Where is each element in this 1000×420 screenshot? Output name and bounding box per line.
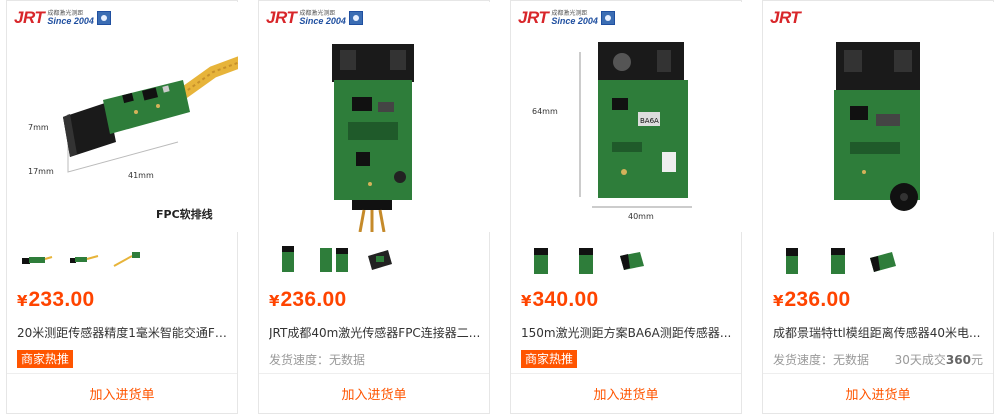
brand-since: Since 2004 (299, 15, 346, 26)
thumbnail[interactable] (567, 241, 605, 279)
thumbnail[interactable] (865, 241, 903, 279)
dim-h-label: 64mm (532, 107, 558, 116)
ttl-module-illustration (834, 42, 920, 211)
dim-d-label: 17mm (28, 167, 54, 176)
image-caption: FPC软排线 (156, 207, 213, 221)
add-to-cart-button[interactable]: 加入进货单 (763, 374, 993, 413)
hot-tag-badge: 商家热推 (17, 350, 74, 368)
product-image[interactable]: JRT (764, 2, 994, 232)
product-grid: JRT 成都激光测距 Since 2004 7mm 17mm 41mm FPC软… (0, 0, 1000, 420)
dim-w-label: 41mm (128, 171, 154, 180)
price-value: 233.00 (28, 288, 95, 311)
thumbnail[interactable] (773, 241, 811, 279)
thumbnail-strip (269, 241, 399, 279)
product-card[interactable]: JRT ¥ 236.00 成都景瑞特ttl模组距离传感器40米电... 发货速度… (762, 0, 994, 414)
price: ¥ 233.00 (17, 288, 95, 311)
shipping-speed: 发货速度：无数据 (773, 353, 870, 367)
thumbnail[interactable] (63, 241, 101, 279)
thumbnail[interactable] (819, 241, 857, 279)
sensor-board-illustration: BA6A 64mm 40mm (532, 42, 692, 221)
brand-logo: JRT 成都激光测距 Since 2004 (518, 8, 615, 28)
product-title[interactable]: 150m激光测距方案BA6A测距传感器... (521, 324, 733, 341)
product-title[interactable]: JRT成都40m激光传感器FPC连接器二... (269, 324, 481, 341)
price: ¥ 340.00 (521, 288, 599, 311)
product-card[interactable]: JRT 成都激光测距 Since 2004 (258, 0, 490, 414)
price-value: 236.00 (784, 288, 851, 311)
product-image[interactable]: JRT 成都激光测距 Since 2004 (8, 2, 238, 232)
chip-label: BA6A (640, 117, 659, 125)
sensor-module-illustration (332, 44, 414, 232)
product-title[interactable]: 20米测距传感器精度1毫米智能交通FPC... (17, 324, 229, 341)
thumbnail[interactable] (521, 241, 559, 279)
brand-logo: JRT 成都激光测距 Since 2004 (14, 8, 111, 28)
product-card[interactable]: JRT 成都激光测距 Since 2004 (6, 0, 238, 414)
thumbnail-strip (773, 241, 903, 279)
thumbnail[interactable] (109, 241, 147, 279)
thumbnail[interactable] (269, 241, 307, 279)
thumbnail-strip (17, 241, 147, 279)
product-image[interactable]: JRT 成都激光测距 Since 2004 BA6A 64mm 40mm (512, 2, 742, 232)
sensor-fpc-illustration: 7mm 17mm 41mm FPC软排线 (28, 56, 238, 221)
shipping-speed: 发货速度：无数据 (269, 353, 366, 367)
thumbnail[interactable] (613, 241, 651, 279)
brand-badge-icon (348, 11, 363, 25)
thumbnail[interactable] (17, 241, 55, 279)
thumbnail-strip (521, 241, 651, 279)
brand-name: JRT (14, 8, 45, 27)
brand-name: JRT (266, 8, 297, 27)
price: ¥ 236.00 (773, 288, 851, 311)
brand-badge-icon (600, 11, 615, 25)
price: ¥ 236.00 (269, 288, 347, 311)
product-image[interactable]: JRT 成都激光测距 Since 2004 (260, 2, 490, 232)
brand-logo: JRT (770, 8, 801, 28)
add-to-cart-button[interactable]: 加入进货单 (7, 374, 237, 413)
brand-badge-icon (96, 11, 111, 25)
price-value: 340.00 (532, 288, 599, 311)
product-title[interactable]: 成都景瑞特ttl模组距离传感器40米电... (773, 324, 985, 341)
dim-h-label: 7mm (28, 123, 49, 132)
brand-name: JRT (518, 8, 549, 27)
brand-since: Since 2004 (47, 15, 94, 26)
thumbnail[interactable] (315, 241, 353, 279)
brand-logo: JRT 成都激光测距 Since 2004 (266, 8, 363, 28)
brand-name: JRT (770, 8, 801, 27)
hot-tag-badge: 商家热推 (521, 350, 578, 368)
thumbnail[interactable] (361, 241, 399, 279)
add-to-cart-button[interactable]: 加入进货单 (511, 374, 741, 413)
product-card[interactable]: JRT 成都激光测距 Since 2004 BA6A 64mm 40mm ¥ 3… (510, 0, 742, 414)
sales-count: 360 (945, 353, 971, 367)
price-value: 236.00 (280, 288, 347, 311)
dim-w-label: 40mm (628, 212, 654, 221)
add-to-cart-button[interactable]: 加入进货单 (259, 374, 489, 413)
sales-volume: 30天成交360元 (894, 353, 983, 367)
brand-since: Since 2004 (551, 15, 598, 26)
